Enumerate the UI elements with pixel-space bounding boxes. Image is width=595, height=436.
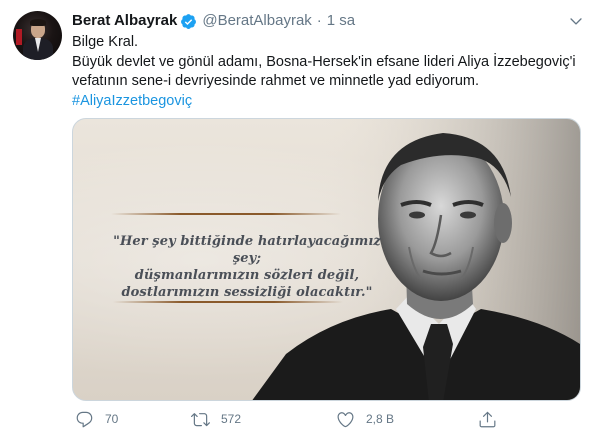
- chevron-down-icon[interactable]: [567, 12, 585, 30]
- author-handle[interactable]: @BeratAlbayrak: [202, 11, 311, 31]
- verified-badge-icon: [180, 13, 197, 30]
- reply-icon: [76, 411, 93, 427]
- tweet-header: Berat Albayrak @BeratAlbayrak · 1 sa: [72, 11, 585, 31]
- share-button[interactable]: [478, 408, 497, 430]
- separator-dot: ·: [316, 12, 322, 29]
- tweet-actions: 70 572 2,8 B: [72, 408, 496, 430]
- flag-graphic: [16, 29, 22, 45]
- reply-count: 70: [105, 412, 119, 426]
- avatar[interactable]: [13, 11, 62, 60]
- quote-line: düşmanlarımızın sözleri değil,: [134, 268, 360, 283]
- retweet-icon: [191, 412, 210, 426]
- heart-icon: [337, 411, 354, 427]
- retweet-button[interactable]: 572: [191, 408, 241, 430]
- tweet-text-line: Büyük devlet ve gönül adamı, Bosna-Herse…: [72, 53, 576, 90]
- hashtag-link[interactable]: #AliyaIzzetbegoviç: [72, 93, 192, 109]
- like-count: 2,8 B: [366, 412, 395, 426]
- author-name[interactable]: Berat Albayrak: [72, 11, 177, 31]
- tweet-text-line: Bilge Kral.: [72, 34, 139, 50]
- quote-line: "Her şey bittiğinde hatırlayacağımız şey…: [113, 234, 381, 266]
- like-button[interactable]: 2,8 B: [336, 408, 394, 430]
- quote-line: dostlarımızın sessizliği olacaktır.": [121, 285, 373, 300]
- tweet-card[interactable]: Berat Albayrak @BeratAlbayrak · 1 sa Bil…: [0, 0, 595, 436]
- reply-button[interactable]: 70: [75, 408, 118, 430]
- tweet-image[interactable]: "Her şey bittiğinde hatırlayacağımız şey…: [72, 118, 581, 401]
- quote-text: "Her şey bittiğinde hatırlayacağımız şey…: [97, 233, 397, 301]
- quote-divider-top: [111, 213, 341, 215]
- tweet-text: Bilge Kral. Büyük devlet ve gönül adamı,…: [72, 33, 587, 111]
- tweet-timestamp[interactable]: 1 sa: [327, 11, 355, 31]
- quote-divider-bottom: [113, 301, 343, 303]
- retweet-count: 572: [221, 412, 242, 426]
- share-icon: [479, 411, 496, 427]
